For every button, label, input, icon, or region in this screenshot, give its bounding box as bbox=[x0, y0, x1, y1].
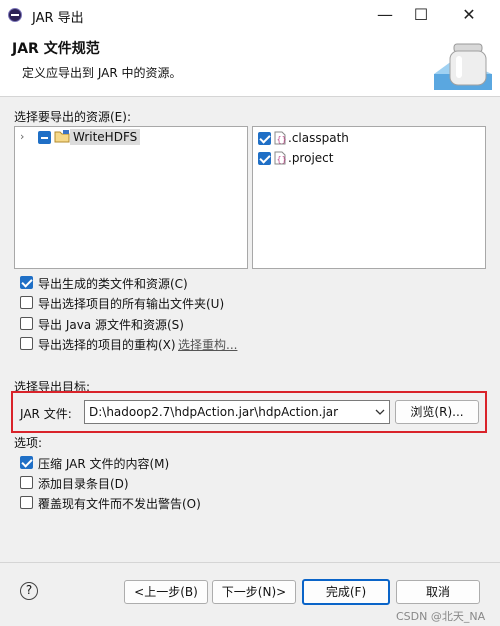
resource-file-list[interactable] bbox=[252, 126, 486, 269]
export-java-source-label: 导出 Java 源文件和资源(S) bbox=[38, 318, 184, 332]
jar-path-combo[interactable]: D:\hadoop2.7\hdpAction.jar\hdpAction.jar bbox=[84, 400, 390, 424]
expand-chevron-icon[interactable]: › bbox=[20, 130, 30, 143]
overwrite-files-checkbox[interactable] bbox=[20, 496, 33, 509]
resource-tree[interactable] bbox=[14, 126, 248, 269]
tree-item-writehdfs[interactable]: WriteHDFS bbox=[70, 129, 141, 145]
resources-label: 选择要导出的资源(E): bbox=[14, 110, 131, 124]
export-refactorings-label: 导出选择的项目的重构(X) bbox=[38, 338, 176, 352]
svg-text:{}: {} bbox=[277, 135, 287, 144]
overwrite-files-label: 覆盖现有文件而不发出警告(O) bbox=[38, 497, 201, 511]
file-label-project: .project bbox=[288, 151, 334, 165]
next-button[interactable]: 下一步(N)> bbox=[212, 580, 296, 604]
file-checkbox-classpath[interactable] bbox=[258, 132, 271, 145]
browse-button[interactable]: 浏览(R)... bbox=[395, 400, 479, 424]
export-output-folders-checkbox[interactable] bbox=[20, 296, 33, 309]
compress-jar-checkbox[interactable] bbox=[20, 456, 33, 469]
file-label-classpath: .classpath bbox=[288, 131, 349, 145]
export-refactorings-checkbox[interactable] bbox=[20, 337, 33, 350]
jar-file-label: JAR 文件: bbox=[20, 407, 72, 421]
file-icon: {} bbox=[274, 151, 286, 165]
export-output-folders-label: 导出选择项目的所有输出文件夹(U) bbox=[38, 297, 225, 311]
finish-button[interactable]: 完成(F) bbox=[302, 579, 390, 605]
export-classes-checkbox[interactable] bbox=[20, 276, 33, 289]
export-classes-label: 导出生成的类文件和资源(C) bbox=[38, 277, 188, 291]
compress-jar-label: 压缩 JAR 文件的内容(M) bbox=[38, 457, 170, 471]
window-title: JAR 导出 bbox=[32, 11, 84, 26]
chevron-down-icon[interactable] bbox=[375, 409, 385, 416]
banner-description: 定义应导出到 JAR 中的资源。 bbox=[22, 66, 182, 80]
eclipse-icon bbox=[8, 8, 22, 22]
export-java-source-checkbox[interactable] bbox=[20, 317, 33, 330]
select-refactorings-link[interactable]: 选择重构... bbox=[178, 336, 237, 353]
banner-divider bbox=[0, 96, 500, 97]
maximize-button[interactable]: ☐ bbox=[398, 0, 444, 30]
back-button[interactable]: <上一步(B) bbox=[124, 580, 208, 604]
tree-item-label: WriteHDFS bbox=[73, 130, 138, 144]
svg-text:{}: {} bbox=[277, 155, 287, 164]
file-icon: {} bbox=[274, 131, 286, 145]
options-label: 选项: bbox=[14, 436, 43, 450]
banner-title: JAR 文件规范 bbox=[12, 41, 100, 57]
footer-divider bbox=[0, 562, 500, 563]
add-directory-entries-checkbox[interactable] bbox=[20, 476, 33, 489]
add-directory-entries-label: 添加目录条目(D) bbox=[38, 477, 129, 491]
cancel-button[interactable]: 取消 bbox=[396, 580, 480, 604]
tree-item-checkbox[interactable] bbox=[38, 131, 51, 144]
project-folder-icon bbox=[54, 130, 70, 143]
watermark: CSDN @北天_NA bbox=[396, 610, 486, 623]
file-checkbox-project[interactable] bbox=[258, 152, 271, 165]
jar-path-value: D:\hadoop2.7\hdpAction.jar\hdpAction.jar bbox=[89, 405, 339, 419]
help-icon[interactable]: ? bbox=[20, 582, 38, 600]
close-button[interactable]: ✕ bbox=[446, 0, 492, 30]
jar-icon bbox=[434, 43, 492, 90]
